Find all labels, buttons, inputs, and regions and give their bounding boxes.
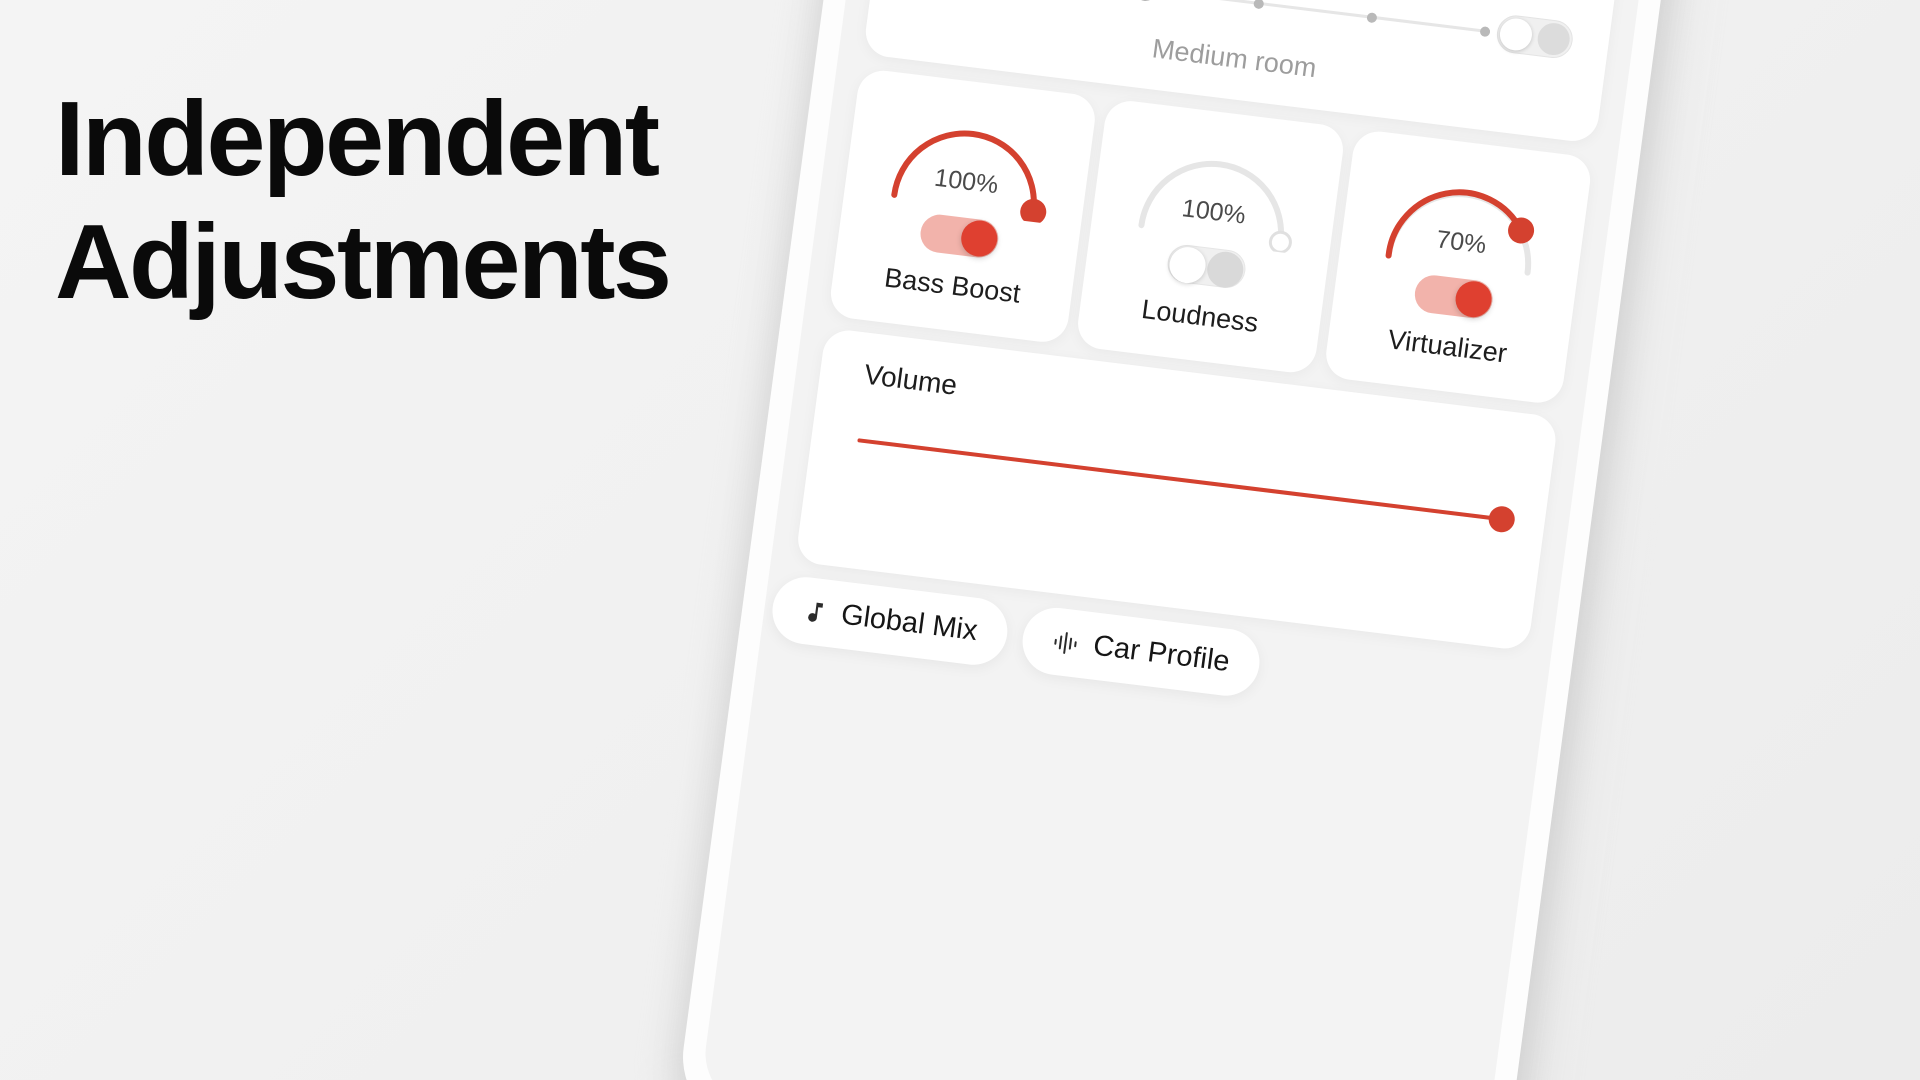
knob-card-virtualizer[interactable]: 70% Virtualizer — [1322, 128, 1594, 406]
toggle-knob-shadow — [1535, 21, 1572, 57]
waveform-icon — [1051, 628, 1082, 657]
knob-card-bass-boost[interactable]: 100% Bass Boost — [827, 67, 1099, 345]
reverb-step-dot[interactable] — [1253, 0, 1265, 9]
volume-slider[interactable] — [857, 438, 1517, 534]
reverb-step-dot[interactable] — [1366, 11, 1378, 23]
reverb-step-dot[interactable] — [1479, 25, 1491, 37]
phone-screen: 32 125 250 500 1k 2k 4k 8k 16k Presets B… — [698, 0, 1672, 1080]
marketing-hero: Independent Adjustments 32 125 250 500 1… — [0, 0, 1920, 1080]
music-note-icon — [801, 597, 830, 626]
reverb-step-dot-active[interactable] — [1133, 0, 1159, 2]
global-mix-label: Global Mix — [839, 598, 980, 648]
volume-slider-fill — [857, 438, 1517, 534]
toggle-knob — [958, 218, 1000, 259]
car-profile-label: Car Profile — [1091, 629, 1232, 679]
knob-card-loudness[interactable]: 100% Loudness — [1075, 98, 1346, 376]
volume-slider-thumb[interactable] — [1487, 504, 1517, 534]
toggle-knob — [1167, 245, 1208, 286]
virtualizer-label: Virtualizer — [1386, 324, 1509, 369]
reverb-toggle[interactable] — [1494, 13, 1576, 61]
toggle-knob — [1497, 16, 1534, 53]
headline-line-1: Independent — [55, 80, 660, 198]
loudness-label: Loudness — [1139, 293, 1261, 338]
bass-boost-toggle[interactable] — [917, 212, 1001, 260]
toggle-knob — [1453, 279, 1495, 320]
virtualizer-toggle[interactable] — [1412, 273, 1496, 321]
phone-mockup: 32 125 250 500 1k 2k 4k 8k 16k Presets B… — [673, 0, 1703, 1080]
loudness-toggle[interactable] — [1165, 242, 1248, 291]
volume-label: Volume — [862, 358, 960, 401]
toggle-knob-shadow — [1205, 249, 1246, 290]
car-profile-button[interactable]: Car Profile — [1018, 604, 1264, 700]
global-mix-button[interactable]: Global Mix — [768, 573, 1012, 669]
bass-boost-label: Bass Boost — [882, 262, 1023, 309]
